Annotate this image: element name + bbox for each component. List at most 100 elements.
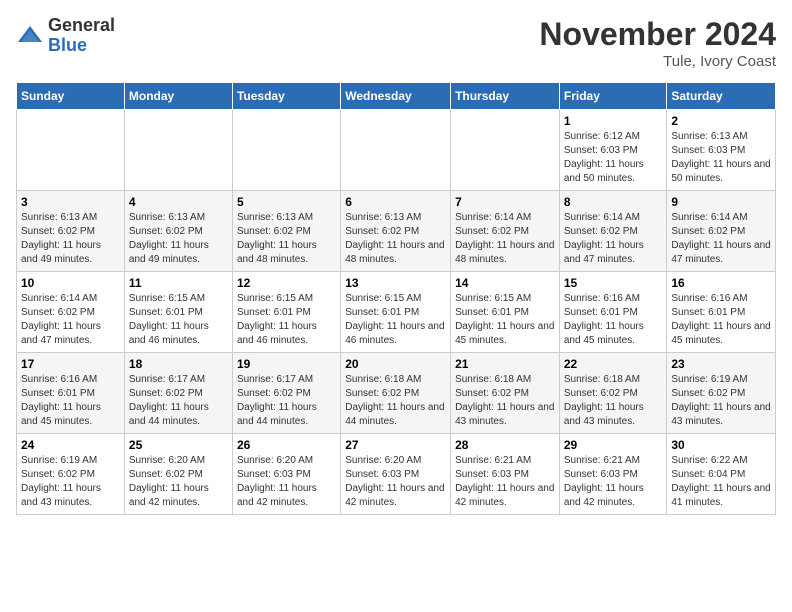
day-info: Sunrise: 6:20 AM Sunset: 6:02 PM Dayligh… [129, 454, 228, 510]
calendar-cell: 13Sunrise: 6:15 AM Sunset: 6:01 PM Dayli… [341, 272, 451, 353]
calendar-week: 10 Sunrise: 6:14 AM Sunset: 6:02 PM Dayli… [17, 272, 776, 353]
calendar-week: 1Sunrise: 6:12 AM Sunset: 6:03 PM Daylig… [17, 110, 776, 191]
location: Tule, Ivory Coast [539, 53, 776, 70]
page-header: General Blue November 2024 Tule, Ivory C… [16, 16, 776, 70]
calendar-cell: 9 Sunrise: 6:14 AM Sunset: 6:02 PM Daylig… [667, 191, 776, 272]
day-info: Sunrise: 6:19 AM Sunset: 6:02 PM Dayligh… [671, 373, 771, 429]
calendar-cell: 3 Sunrise: 6:13 AM Sunset: 6:02 PM Daylig… [17, 191, 125, 272]
day-info: Sunrise: 6:18 AM Sunset: 6:02 PM Dayligh… [564, 373, 663, 429]
day-info: Sunrise: 6:21 AM Sunset: 6:03 PM Dayligh… [455, 454, 555, 510]
day-info: Sunrise: 6:20 AM Sunset: 6:03 PM Dayligh… [237, 454, 336, 510]
day-info: Sunrise: 6:12 AM Sunset: 6:03 PM Dayligh… [564, 130, 663, 186]
day-info: Sunrise: 6:13 AM Sunset: 6:03 PM Dayligh… [671, 130, 771, 186]
calendar-cell: 6 Sunrise: 6:13 AM Sunset: 6:02 PM Daylig… [341, 191, 451, 272]
day-number: 23 [671, 357, 771, 371]
day-number: 6 [345, 195, 446, 209]
calendar-cell: 19 Sunrise: 6:17 AM Sunset: 6:02 PM Dayli… [232, 353, 340, 434]
day-number: 9 [671, 195, 771, 209]
day-info: Sunrise: 6:13 AM Sunset: 6:02 PM Dayligh… [345, 211, 446, 267]
calendar-header: SundayMondayTuesdayWednesdayThursdayFrid… [17, 83, 776, 110]
calendar-cell: 23 Sunrise: 6:19 AM Sunset: 6:02 PM Dayli… [667, 353, 776, 434]
day-number: 14 [455, 276, 555, 290]
calendar-cell: 2Sunrise: 6:13 AM Sunset: 6:03 PM Daylig… [667, 110, 776, 191]
header-day: Wednesday [341, 83, 451, 110]
header-day: Tuesday [232, 83, 340, 110]
day-number: 15 [564, 276, 663, 290]
day-info: Sunrise: 6:14 AM Sunset: 6:02 PM Dayligh… [455, 211, 555, 267]
day-info: Sunrise: 6:16 AM Sunset: 6:01 PM Dayligh… [21, 373, 120, 429]
day-info: Sunrise: 6:20 AM Sunset: 6:03 PM Dayligh… [345, 454, 446, 510]
day-info: Sunrise: 6:13 AM Sunset: 6:02 PM Dayligh… [21, 211, 120, 267]
day-info: Sunrise: 6:18 AM Sunset: 6:02 PM Dayligh… [345, 373, 446, 429]
calendar-cell: 14Sunrise: 6:15 AM Sunset: 6:01 PM Dayli… [451, 272, 560, 353]
day-number: 21 [455, 357, 555, 371]
day-number: 28 [455, 438, 555, 452]
day-info: Sunrise: 6:14 AM Sunset: 6:02 PM Dayligh… [564, 211, 663, 267]
calendar-cell [232, 110, 340, 191]
day-info: Sunrise: 6:14 AM Sunset: 6:02 PM Dayligh… [21, 292, 120, 348]
day-number: 3 [21, 195, 120, 209]
day-info: Sunrise: 6:21 AM Sunset: 6:03 PM Dayligh… [564, 454, 663, 510]
day-number: 7 [455, 195, 555, 209]
calendar-cell [451, 110, 560, 191]
day-number: 18 [129, 357, 228, 371]
day-info: Sunrise: 6:17 AM Sunset: 6:02 PM Dayligh… [129, 373, 228, 429]
calendar-week: 3 Sunrise: 6:13 AM Sunset: 6:02 PM Daylig… [17, 191, 776, 272]
calendar-week: 24 Sunrise: 6:19 AM Sunset: 6:02 PM Dayli… [17, 434, 776, 515]
logo: General Blue [16, 16, 115, 56]
day-number: 30 [671, 438, 771, 452]
logo-blue: Blue [48, 36, 115, 56]
day-number: 24 [21, 438, 120, 452]
day-info: Sunrise: 6:15 AM Sunset: 6:01 PM Dayligh… [237, 292, 336, 348]
calendar-cell: 5 Sunrise: 6:13 AM Sunset: 6:02 PM Daylig… [232, 191, 340, 272]
calendar-cell: 16Sunrise: 6:16 AM Sunset: 6:01 PM Dayli… [667, 272, 776, 353]
calendar-cell: 4Sunrise: 6:13 AM Sunset: 6:02 PM Daylig… [124, 191, 232, 272]
calendar-cell: 18 Sunrise: 6:17 AM Sunset: 6:02 PM Dayli… [124, 353, 232, 434]
title-block: November 2024 Tule, Ivory Coast [539, 16, 776, 70]
day-number: 16 [671, 276, 771, 290]
calendar-cell: 29Sunrise: 6:21 AM Sunset: 6:03 PM Dayli… [559, 434, 667, 515]
calendar-body: 1Sunrise: 6:12 AM Sunset: 6:03 PM Daylig… [17, 110, 776, 515]
calendar-cell: 7 Sunrise: 6:14 AM Sunset: 6:02 PM Daylig… [451, 191, 560, 272]
calendar-cell: 21Sunrise: 6:18 AM Sunset: 6:02 PM Dayli… [451, 353, 560, 434]
month-title: November 2024 [539, 16, 776, 53]
logo-general: General [48, 16, 115, 36]
header-day: Saturday [667, 83, 776, 110]
calendar-cell: 30Sunrise: 6:22 AM Sunset: 6:04 PM Dayli… [667, 434, 776, 515]
calendar-cell: 1Sunrise: 6:12 AM Sunset: 6:03 PM Daylig… [559, 110, 667, 191]
calendar-cell: 22 Sunrise: 6:18 AM Sunset: 6:02 PM Dayli… [559, 353, 667, 434]
day-info: Sunrise: 6:14 AM Sunset: 6:02 PM Dayligh… [671, 211, 771, 267]
day-info: Sunrise: 6:13 AM Sunset: 6:02 PM Dayligh… [237, 211, 336, 267]
header-day: Friday [559, 83, 667, 110]
calendar-table: SundayMondayTuesdayWednesdayThursdayFrid… [16, 82, 776, 515]
calendar-cell [341, 110, 451, 191]
calendar-cell: 24 Sunrise: 6:19 AM Sunset: 6:02 PM Dayli… [17, 434, 125, 515]
header-day: Thursday [451, 83, 560, 110]
day-info: Sunrise: 6:16 AM Sunset: 6:01 PM Dayligh… [564, 292, 663, 348]
day-number: 26 [237, 438, 336, 452]
day-info: Sunrise: 6:17 AM Sunset: 6:02 PM Dayligh… [237, 373, 336, 429]
calendar-cell: 28 Sunrise: 6:21 AM Sunset: 6:03 PM Dayli… [451, 434, 560, 515]
day-number: 17 [21, 357, 120, 371]
logo-icon [16, 22, 44, 50]
calendar-cell: 11Sunrise: 6:15 AM Sunset: 6:01 PM Dayli… [124, 272, 232, 353]
calendar-cell: 27Sunrise: 6:20 AM Sunset: 6:03 PM Dayli… [341, 434, 451, 515]
day-info: Sunrise: 6:13 AM Sunset: 6:02 PM Dayligh… [129, 211, 228, 267]
header-day: Monday [124, 83, 232, 110]
day-info: Sunrise: 6:15 AM Sunset: 6:01 PM Dayligh… [345, 292, 446, 348]
day-number: 10 [21, 276, 120, 290]
calendar-cell: 12 Sunrise: 6:15 AM Sunset: 6:01 PM Dayli… [232, 272, 340, 353]
day-info: Sunrise: 6:19 AM Sunset: 6:02 PM Dayligh… [21, 454, 120, 510]
day-number: 12 [237, 276, 336, 290]
calendar-cell: 26 Sunrise: 6:20 AM Sunset: 6:03 PM Dayli… [232, 434, 340, 515]
calendar-week: 17 Sunrise: 6:16 AM Sunset: 6:01 PM Dayli… [17, 353, 776, 434]
day-number: 25 [129, 438, 228, 452]
calendar-cell: 20Sunrise: 6:18 AM Sunset: 6:02 PM Dayli… [341, 353, 451, 434]
day-info: Sunrise: 6:15 AM Sunset: 6:01 PM Dayligh… [129, 292, 228, 348]
day-number: 8 [564, 195, 663, 209]
calendar-cell: 25 Sunrise: 6:20 AM Sunset: 6:02 PM Dayli… [124, 434, 232, 515]
day-number: 22 [564, 357, 663, 371]
day-number: 5 [237, 195, 336, 209]
day-number: 19 [237, 357, 336, 371]
calendar-cell: 15 Sunrise: 6:16 AM Sunset: 6:01 PM Dayli… [559, 272, 667, 353]
